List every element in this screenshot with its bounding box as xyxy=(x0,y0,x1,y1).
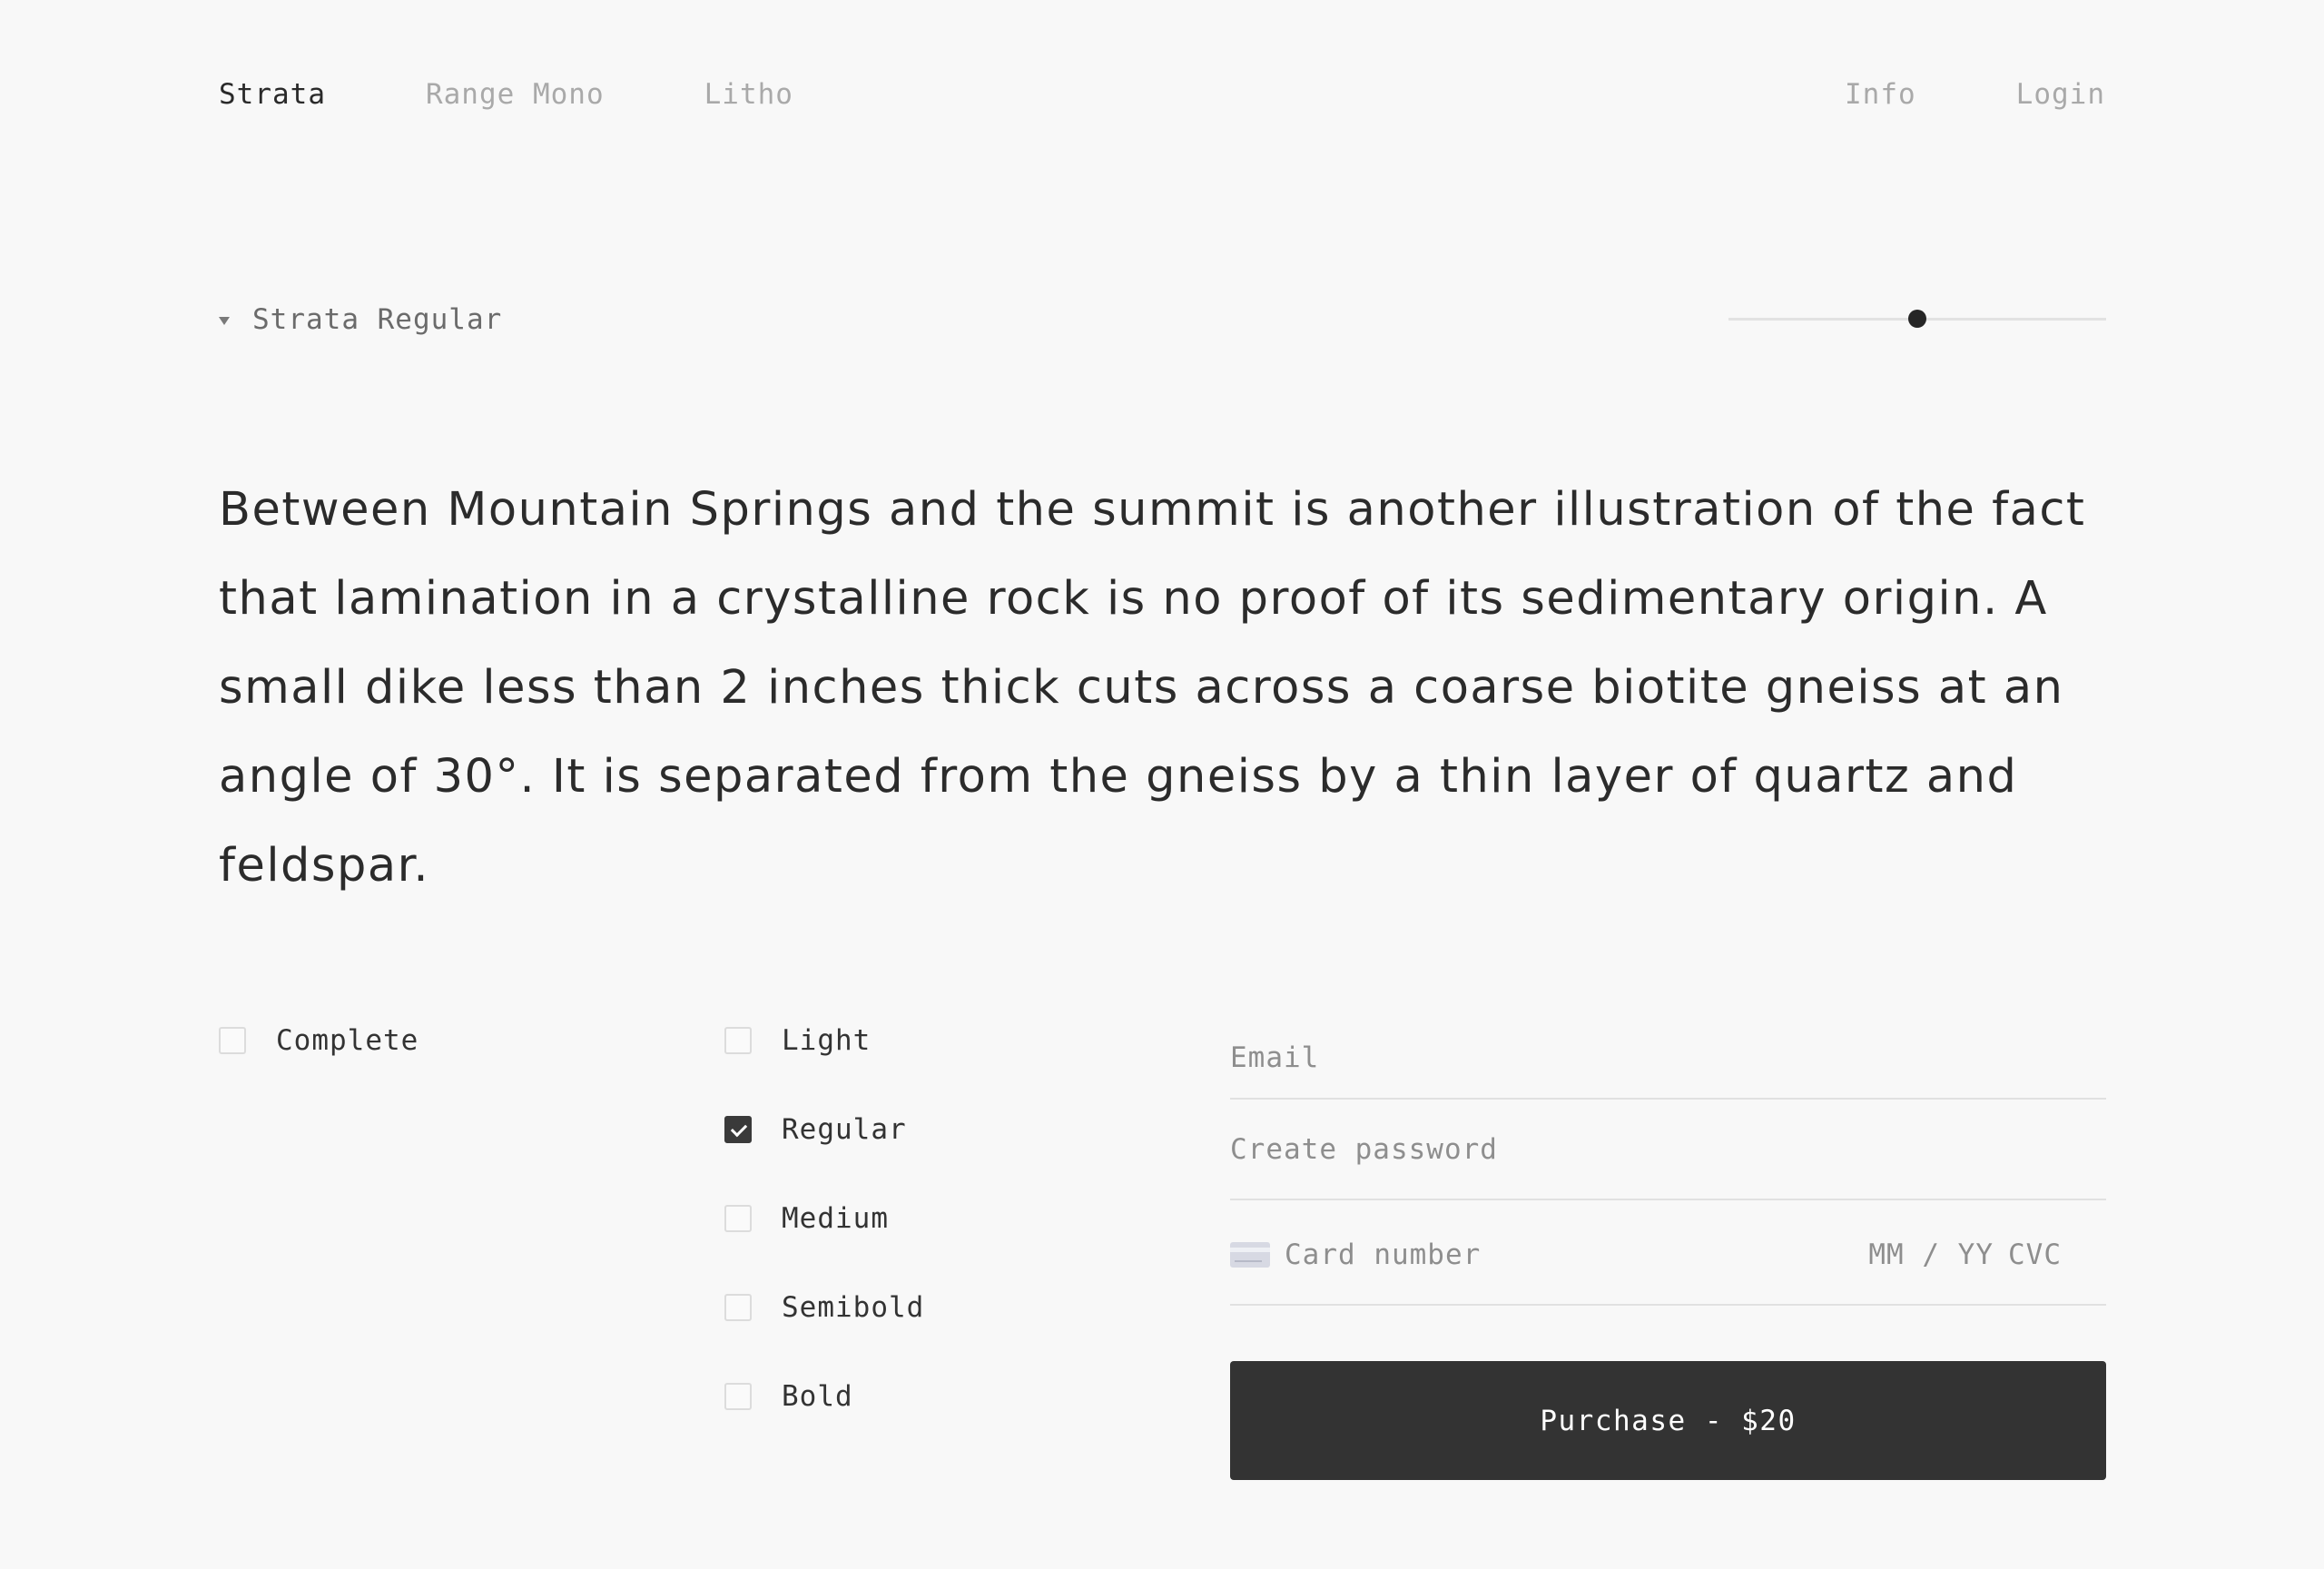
checkbox-complete[interactable]: Complete xyxy=(219,1022,419,1059)
checkbox-light[interactable]: Light xyxy=(724,1022,871,1059)
account-nav: Info Login xyxy=(1745,78,2105,111)
type-specimen-text: Between Mountain Springs and the summit … xyxy=(219,483,2086,893)
typeface-nav: Strata Range Mono Litho xyxy=(219,78,893,111)
checkbox-box[interactable] xyxy=(724,1205,752,1232)
font-style-label: Strata Regular xyxy=(252,303,503,336)
nav-link-info[interactable]: Info xyxy=(1845,78,1916,111)
nav-link-range-mono[interactable]: Range Mono xyxy=(426,78,605,111)
checkbox-box[interactable] xyxy=(219,1027,246,1054)
checkbox-label: Complete xyxy=(276,1024,419,1057)
checkbox-label: Light xyxy=(782,1024,872,1057)
nav-link-strata[interactable]: Strata xyxy=(219,78,326,111)
card-number-input[interactable] xyxy=(1285,1238,1793,1271)
password-field[interactable] xyxy=(1230,1100,2106,1200)
checkbox-label: Semibold xyxy=(782,1291,925,1324)
checkbox-box[interactable] xyxy=(724,1294,752,1321)
caret-down-icon xyxy=(219,316,230,325)
card-cvc-input[interactable] xyxy=(2008,1238,2072,1271)
checkbox-bold[interactable]: Bold xyxy=(724,1378,853,1415)
checkbox-regular[interactable]: Regular xyxy=(724,1111,907,1148)
purchase-button[interactable]: Purchase - $20 xyxy=(1230,1361,2106,1480)
nav-link-litho[interactable]: Litho xyxy=(704,78,793,111)
font-size-slider[interactable] xyxy=(1728,301,2106,337)
top-nav: Strata Range Mono Litho Info Login xyxy=(219,76,2105,113)
checkbox-label: Bold xyxy=(782,1380,853,1413)
slider-thumb[interactable] xyxy=(1908,310,1926,328)
email-field[interactable] xyxy=(1230,1017,2106,1100)
card-expiry-input[interactable] xyxy=(1803,1238,1994,1271)
checkbox-box[interactable] xyxy=(724,1027,752,1054)
card-details-field xyxy=(1230,1199,2106,1306)
checkbox-box-checked[interactable] xyxy=(724,1116,752,1143)
credit-card-icon xyxy=(1230,1242,1270,1268)
font-style-dropdown[interactable]: Strata Regular xyxy=(219,301,502,338)
checkbox-label: Medium xyxy=(782,1202,889,1235)
checkbox-label: Regular xyxy=(782,1113,907,1146)
nav-link-login[interactable]: Login xyxy=(2016,78,2105,111)
checkbox-box[interactable] xyxy=(724,1383,752,1410)
checkbox-medium[interactable]: Medium xyxy=(724,1200,889,1237)
checkbox-semibold[interactable]: Semibold xyxy=(724,1289,924,1326)
